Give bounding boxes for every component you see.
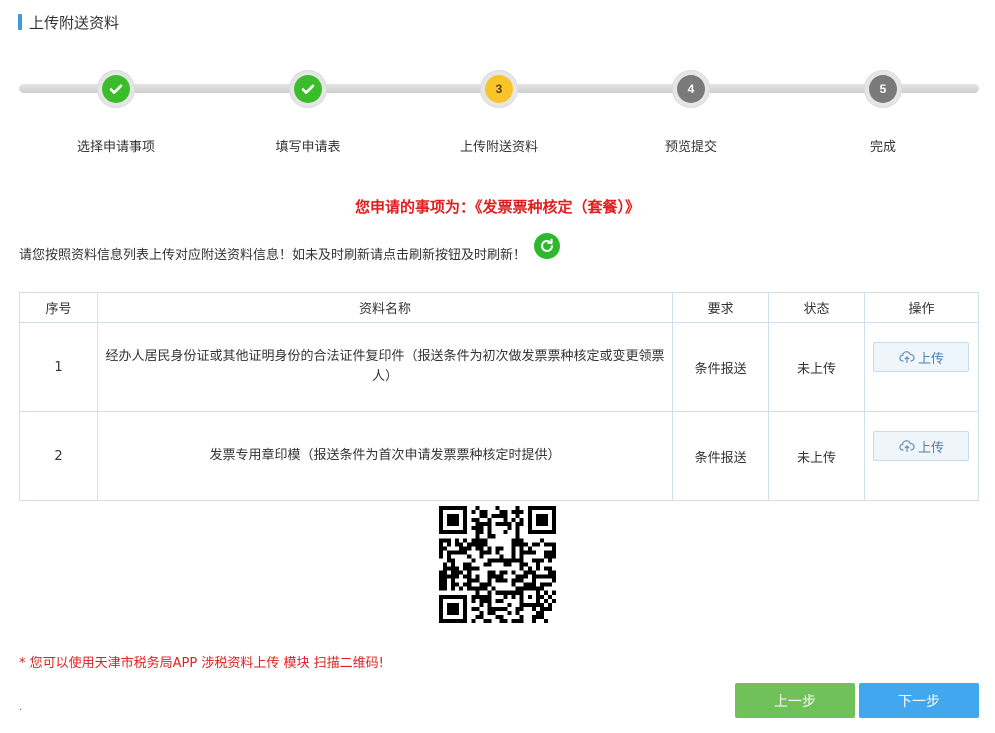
- step-number: 5: [869, 75, 897, 103]
- check-icon: [294, 75, 322, 103]
- refresh-button[interactable]: [534, 233, 561, 259]
- page-header: 上传附送资料: [18, 12, 119, 32]
- check-icon: [102, 75, 130, 103]
- step-1: 选择申请事项: [36, 60, 196, 155]
- column-header-name: 资料名称: [96, 292, 674, 323]
- column-header-no: 序号: [19, 292, 98, 323]
- step-label: 上传附送资料: [459, 140, 538, 155]
- cloud-upload-icon: [899, 351, 915, 363]
- step-3: 3 上传附送资料: [419, 60, 579, 155]
- upload-status: 未上传: [768, 411, 865, 501]
- page-title: 上传附送资料: [29, 13, 120, 32]
- action-cell: 上传: [863, 322, 980, 412]
- step-label: 选择申请事项: [76, 140, 155, 155]
- step-label: 填写申请表: [275, 140, 341, 155]
- step-number: 3: [485, 75, 513, 103]
- table-row: 1 经办人居民身份证或其他证明身份的合法证件复印件（报送条件为初次做发票票种核定…: [19, 322, 980, 412]
- upload-status: 未上传: [768, 322, 865, 412]
- document-name: 经办人居民身份证或其他证明身份的合法证件复印件（报送条件为初次做发票票种核定或变…: [96, 322, 674, 412]
- upload-button[interactable]: 上传: [873, 342, 970, 372]
- document-name: 发票专用章印模（报送条件为首次申请发票票种核定时提供）: [96, 411, 674, 501]
- previous-step-button[interactable]: 上一步: [735, 683, 855, 718]
- upload-instruction: 请您按照资料信息列表上传对应附送资料信息！如未及时刷新请点击刷新按钮及时刷新！: [19, 233, 561, 268]
- table-row: 2 发票专用章印模（报送条件为首次申请发票票种核定时提供） 条件报送 未上传 上…: [19, 411, 980, 501]
- progress-stepper: 选择申请事项 填写申请表 3 上传附送资料 4 预览提交 5 完成: [0, 60, 995, 170]
- app-scan-hint: * 您可以使用天津市税务局APP 涉税资料上传 模块 扫描二维码!: [19, 656, 384, 671]
- row-number: 1: [19, 322, 98, 412]
- column-header-requirement: 要求: [672, 292, 770, 323]
- next-step-button[interactable]: 下一步: [859, 683, 979, 718]
- step-label: 预览提交: [664, 140, 717, 155]
- action-cell: 上传: [863, 411, 980, 501]
- step-5: 5 完成: [803, 60, 963, 155]
- column-header-status: 状态: [768, 292, 865, 323]
- attachment-table: 序号 资料名称 要求 状态 操作 1 经办人居民身份证或其他证明身份的合法证件复…: [19, 292, 980, 501]
- row-number: 2: [19, 411, 98, 501]
- footer-mark: .: [19, 702, 23, 713]
- upload-button-label: 上传: [917, 440, 944, 456]
- upload-button-label: 上传: [917, 351, 944, 367]
- refresh-icon: [541, 238, 554, 252]
- table-header-row: 序号 资料名称 要求 状态 操作: [19, 292, 980, 323]
- step-label: 完成: [869, 140, 896, 155]
- requirement: 条件报送: [672, 322, 770, 412]
- cloud-upload-icon: [899, 440, 915, 452]
- qr-code-image: [439, 506, 556, 623]
- upload-button[interactable]: 上传: [873, 431, 970, 461]
- step-4: 4 预览提交: [611, 60, 771, 155]
- step-2: 填写申请表: [228, 60, 388, 155]
- title-accent-bar: [18, 14, 22, 30]
- requirement: 条件报送: [672, 411, 770, 501]
- step-number: 4: [677, 75, 705, 103]
- column-header-action: 操作: [863, 292, 980, 323]
- application-item-headline: 您申请的事项为：《发票票种核定（套餐）》: [354, 198, 640, 216]
- instruction-text: 请您按照资料信息列表上传对应附送资料信息！如未及时刷新请点击刷新按钮及时刷新！: [19, 247, 527, 263]
